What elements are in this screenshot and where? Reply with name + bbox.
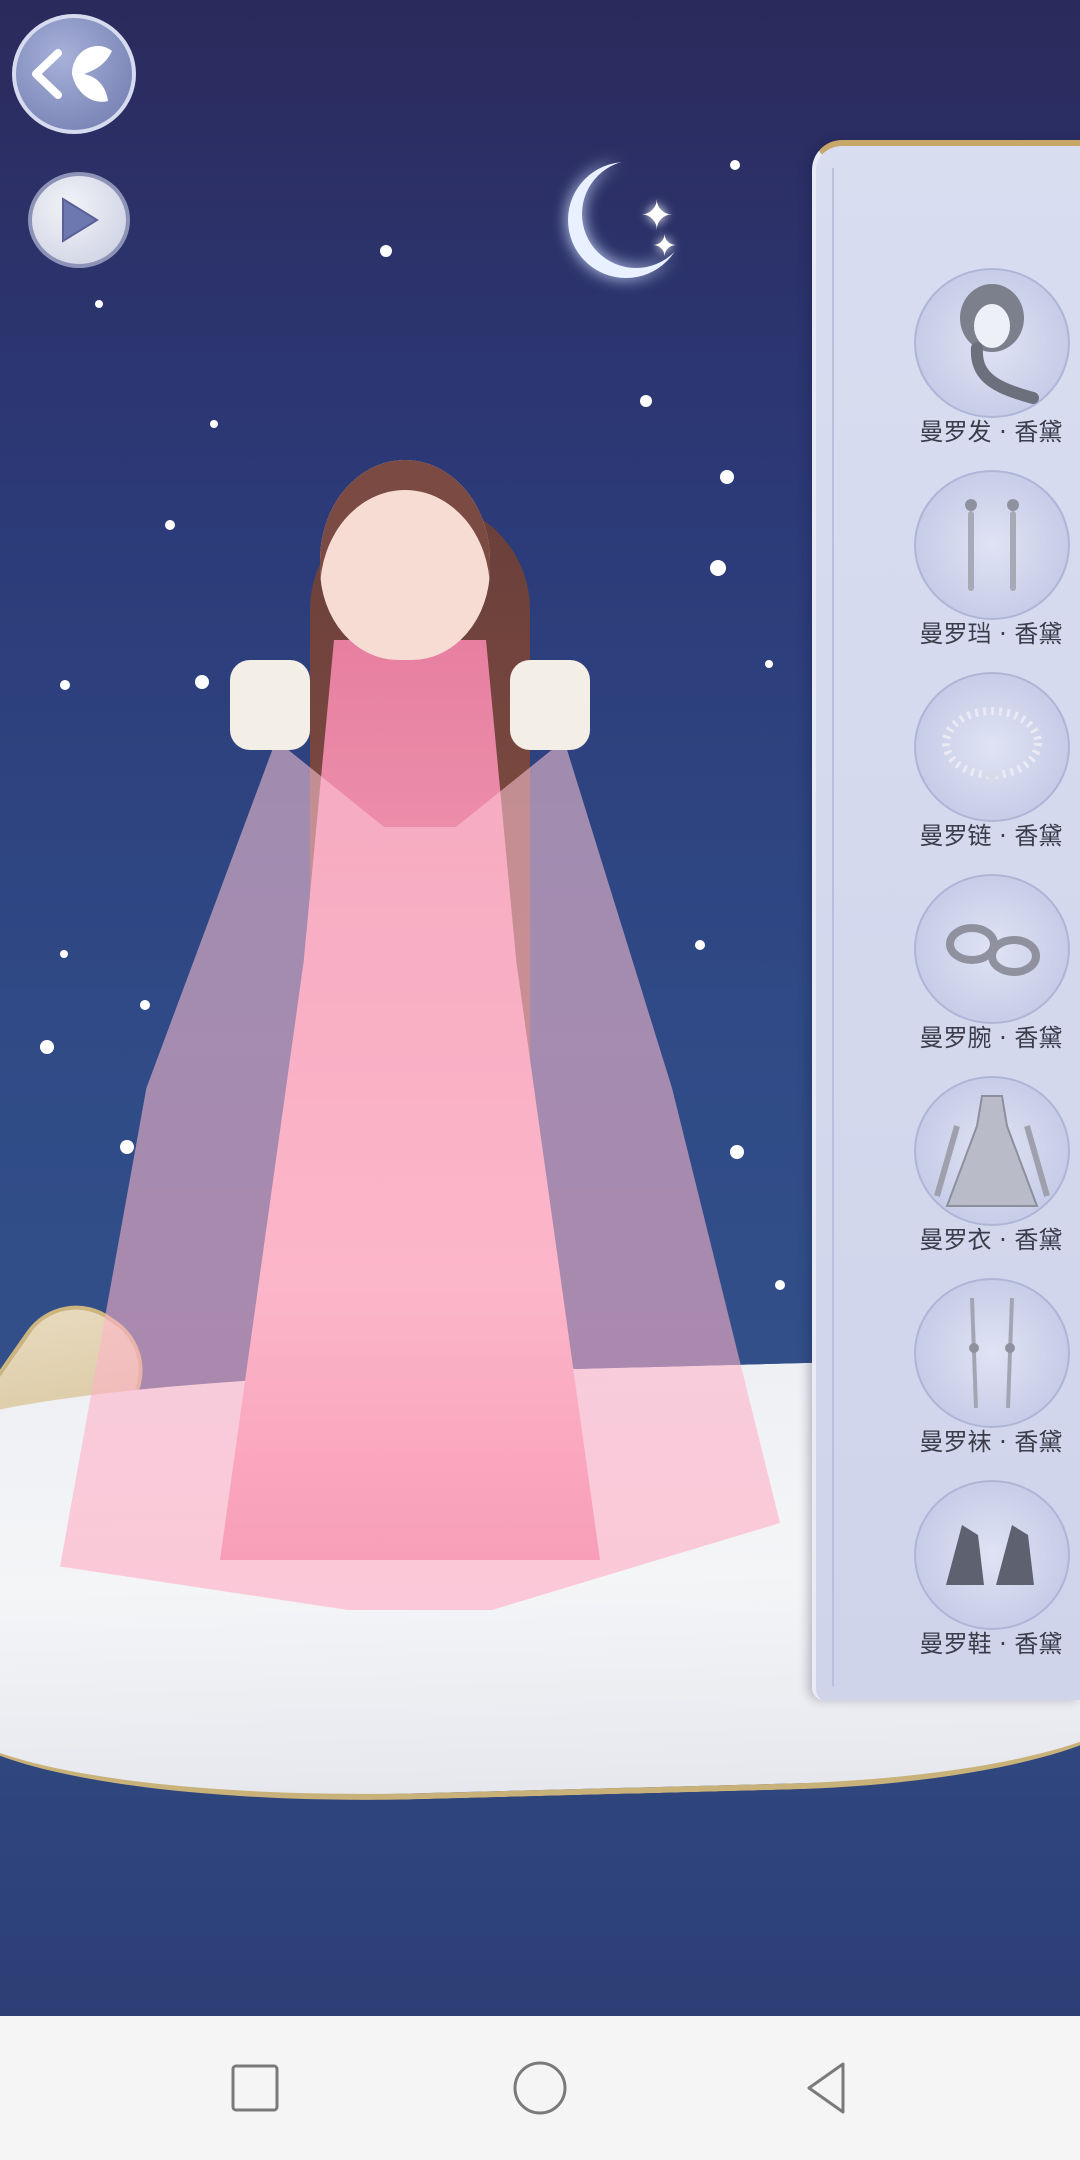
star [640, 395, 652, 407]
system-nav-bar [0, 2016, 1080, 2160]
outfit-item-socks[interactable]: 曼罗袜 · 香黛 [896, 1278, 1080, 1458]
sparkle-icon: ✦ [652, 229, 678, 264]
item-label: 曼罗珰 · 香黛 [919, 620, 1063, 648]
circle-home-icon [513, 2061, 567, 2115]
necklace-icon [942, 707, 1042, 783]
outfit-list: 曼罗发 · 香黛 曼罗珰 · 香黛 曼罗链 · 香黛 曼罗腕 · 香黛 曼罗衣 … [832, 168, 1080, 1686]
triangle-back-icon [807, 2062, 845, 2114]
item-label: 曼罗衣 · 香黛 [919, 1226, 1063, 1254]
play-icon [62, 197, 99, 243]
star [210, 420, 218, 428]
item-thumbnail [914, 672, 1070, 822]
bracelet-icon [946, 924, 1040, 976]
shoes-icon [946, 1525, 1034, 1585]
character-model[interactable] [60, 440, 780, 1630]
outfit-item-necklace[interactable]: 曼罗链 · 香黛 [896, 672, 1080, 852]
back-button[interactable] [12, 14, 136, 134]
star [40, 1040, 54, 1054]
character-veil [60, 740, 780, 1610]
earrings-icon [965, 499, 1019, 591]
item-label: 曼罗发 · 香黛 [919, 418, 1063, 446]
outfit-item-earrings[interactable]: 曼罗珰 · 香黛 [896, 470, 1080, 650]
back-nav-button[interactable] [795, 2056, 859, 2120]
item-thumbnail [914, 1076, 1070, 1226]
outfit-item-shoes[interactable]: 曼罗鞋 · 香黛 [896, 1480, 1080, 1660]
item-thumbnail [914, 268, 1070, 418]
butterfly-back-icon [32, 45, 112, 102]
outfit-item-dress[interactable]: 曼罗衣 · 香黛 [896, 1076, 1080, 1256]
item-label: 曼罗袜 · 香黛 [919, 1428, 1063, 1456]
item-label: 曼罗链 · 香黛 [919, 822, 1063, 850]
item-label: 曼罗腕 · 香黛 [919, 1024, 1063, 1052]
outfit-item-hair[interactable]: 曼罗发 · 香黛 [896, 268, 1080, 448]
hair-icon [960, 284, 1039, 404]
star [380, 245, 392, 257]
character-sleeve [230, 660, 310, 750]
item-label: 曼罗鞋 · 香黛 [919, 1630, 1063, 1658]
socks-icon [969, 1297, 1015, 1409]
item-thumbnail [914, 470, 1070, 620]
item-thumbnail [914, 1278, 1070, 1428]
item-thumbnail [914, 1480, 1070, 1630]
recents-button[interactable] [223, 2056, 287, 2120]
home-button[interactable] [508, 2056, 572, 2120]
outfit-panel: 曼罗发 · 香黛 曼罗珰 · 香黛 曼罗链 · 香黛 曼罗腕 · 香黛 曼罗衣 … [812, 140, 1080, 1700]
star [95, 300, 103, 308]
dress-icon [934, 1095, 1050, 1207]
character-sleeve [510, 660, 590, 750]
play-button[interactable] [28, 172, 130, 268]
character-head [320, 460, 490, 660]
outfit-item-bracelet[interactable]: 曼罗腕 · 香黛 [896, 874, 1080, 1054]
star [730, 160, 740, 170]
square-recents-icon [231, 2064, 279, 2112]
item-thumbnail [914, 874, 1070, 1024]
